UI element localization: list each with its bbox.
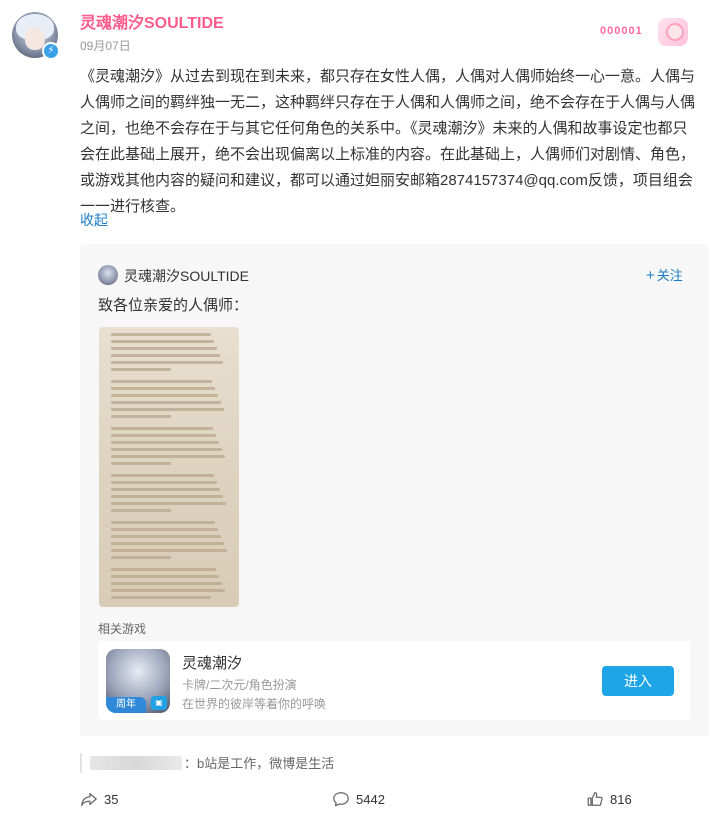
share-count: 35 — [104, 791, 119, 807]
like-count: 816 — [610, 791, 632, 807]
letter-text-line — [111, 448, 222, 451]
like-button[interactable]: 816 — [586, 789, 632, 809]
repost-author-avatar[interactable] — [98, 265, 118, 285]
letter-text-line — [111, 387, 215, 390]
verified-icon: ⚡ — [42, 42, 60, 60]
repost-title: 致各位亲爱的人偶师： — [98, 297, 249, 314]
blurred-username — [90, 755, 182, 770]
letter-text-line — [111, 556, 171, 559]
letter-text-line — [111, 535, 221, 538]
enter-game-button[interactable]: 进入 — [602, 666, 674, 696]
related-games-label: 相关游戏 — [98, 622, 147, 636]
letter-text-line — [111, 361, 223, 364]
letter-text-line — [111, 434, 216, 437]
letter-text-line — [111, 488, 220, 491]
letter-text-line — [111, 462, 171, 465]
fan-badge[interactable]: 000001 — [596, 18, 688, 46]
game-desc: 在世界的彼岸等着你的呼唤 — [182, 697, 327, 711]
letter-text-line — [111, 408, 224, 411]
reposted-card[interactable]: 灵魂潮汐SOULTIDE + 关注 致各位亲爱的人偶师： 相关游戏 周年 ▣ 灵魂… — [80, 244, 709, 736]
letter-text-line — [111, 575, 219, 578]
like-icon — [587, 792, 603, 806]
collapse-link[interactable]: 收起 — [80, 210, 108, 230]
letter-text-line — [111, 542, 224, 545]
letter-image[interactable] — [99, 327, 239, 607]
letter-text-line — [111, 415, 171, 418]
letter-text-line — [111, 401, 221, 404]
badge-number: 000001 — [600, 25, 643, 37]
letter-text-line — [111, 474, 214, 477]
letter-text-line — [111, 340, 214, 343]
letter-text-line — [111, 333, 211, 336]
game-name[interactable]: 灵魂潮汐 — [182, 652, 242, 673]
letter-text-line — [111, 455, 225, 458]
post-date[interactable]: 09月07日 — [80, 37, 131, 54]
letter-text-line — [111, 354, 220, 357]
letter-text-line — [111, 394, 218, 397]
letter-text-line — [111, 549, 227, 552]
letter-text-line — [111, 380, 212, 383]
top-comment[interactable]: ：b站是工作，微博是生活 — [80, 753, 334, 773]
plus-icon: + — [646, 267, 655, 284]
letter-text-line — [111, 528, 218, 531]
comment-text: ：b站是工作，微博是生活 — [184, 756, 335, 771]
letter-text-line — [111, 368, 171, 371]
letter-text-line — [111, 502, 226, 505]
game-icon[interactable]: 周年 ▣ — [106, 649, 170, 713]
letter-text-line — [111, 441, 219, 444]
letter-text-line — [111, 589, 225, 592]
author-name[interactable]: 灵魂潮汐SOULTIDE — [80, 9, 224, 33]
follow-label: 关注 — [656, 268, 683, 283]
share-icon — [81, 792, 97, 806]
letter-text-line — [111, 582, 222, 585]
letter-text-line — [111, 495, 223, 498]
badge-figure-icon — [658, 18, 688, 46]
letter-text-line — [111, 509, 171, 512]
anniversary-tag: 周年 — [106, 697, 146, 713]
share-button[interactable]: 35 — [80, 789, 118, 809]
letter-text-line — [111, 427, 213, 430]
letter-text-line — [111, 481, 217, 484]
bilibili-icon: ▣ — [151, 696, 167, 710]
repost-author-name[interactable]: 灵魂潮汐SOULTIDE — [124, 266, 249, 286]
comment-button[interactable]: 5442 — [332, 789, 385, 809]
game-tags: 卡牌/二次元/角色扮演 — [182, 678, 297, 692]
comment-count: 5442 — [356, 791, 385, 807]
letter-text-line — [111, 596, 211, 599]
comment-icon — [333, 792, 349, 807]
letter-text-line — [111, 521, 215, 524]
letter-text-line — [111, 347, 217, 350]
game-card[interactable]: 周年 ▣ 灵魂潮汐 卡牌/二次元/角色扮演 在世界的彼岸等着你的呼唤 进入 — [98, 641, 690, 720]
letter-text-line — [111, 568, 216, 571]
follow-button[interactable]: + 关注 — [646, 265, 683, 284]
post-body: 《灵魂潮汐》从过去到现在到未来，都只存在女性人偶，人偶对人偶师始终一心一意。人偶… — [80, 68, 696, 215]
